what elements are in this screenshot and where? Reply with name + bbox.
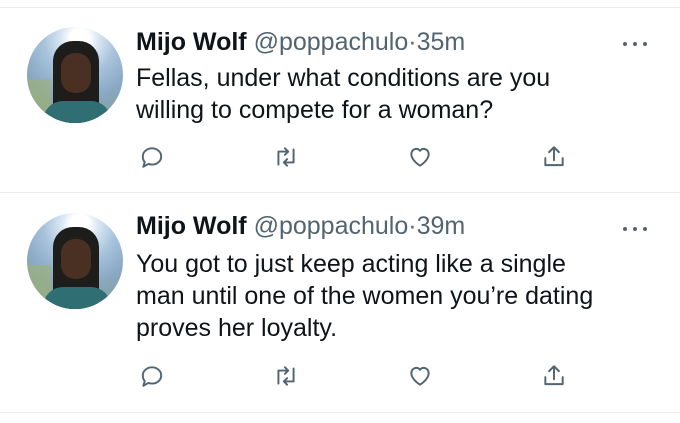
divider — [0, 192, 680, 193]
tweet-header: Mijo Wolf @poppachulo·39m — [136, 211, 465, 241]
share-icon — [544, 365, 564, 386]
share-button[interactable] — [538, 360, 570, 392]
separator-dot: · — [408, 28, 417, 56]
tweet-actions — [136, 141, 616, 173]
retweet-icon — [277, 366, 295, 386]
tweet-text: Fellas, under what conditions are you wi… — [136, 64, 551, 124]
retweet-button[interactable] — [270, 360, 302, 392]
user-handle[interactable]: @poppachulo — [254, 28, 409, 56]
more-options-icon[interactable] — [620, 222, 650, 236]
heart-icon — [410, 366, 430, 386]
display-name[interactable]: Mijo Wolf — [136, 212, 247, 240]
tweet-text: You got to just keep acting like a singl… — [136, 250, 594, 342]
retweet-icon — [277, 147, 295, 167]
share-button[interactable] — [538, 141, 570, 173]
divider — [0, 412, 680, 413]
like-button[interactable] — [404, 360, 436, 392]
reply-icon — [141, 366, 163, 387]
timeline-feed: Mijo Wolf @poppachulo·35m Fellas, under … — [0, 0, 680, 423]
like-button[interactable] — [404, 141, 436, 173]
more-options-icon[interactable] — [620, 37, 650, 51]
user-avatar[interactable] — [27, 213, 123, 309]
share-icon — [544, 146, 564, 167]
reply-button[interactable] — [136, 141, 168, 173]
tweet-time[interactable]: 35m — [417, 28, 466, 56]
tweet-time[interactable]: 39m — [417, 212, 466, 240]
divider — [0, 7, 680, 8]
tweet-header: Mijo Wolf @poppachulo·35m — [136, 27, 465, 57]
reply-button[interactable] — [136, 360, 168, 392]
user-handle[interactable]: @poppachulo — [254, 212, 409, 240]
reply-icon — [141, 147, 163, 168]
display-name[interactable]: Mijo Wolf — [136, 28, 247, 56]
user-avatar[interactable] — [27, 27, 123, 123]
separator-dot: · — [408, 212, 417, 240]
tweet-actions — [136, 360, 616, 392]
heart-icon — [410, 147, 430, 167]
retweet-button[interactable] — [270, 141, 302, 173]
